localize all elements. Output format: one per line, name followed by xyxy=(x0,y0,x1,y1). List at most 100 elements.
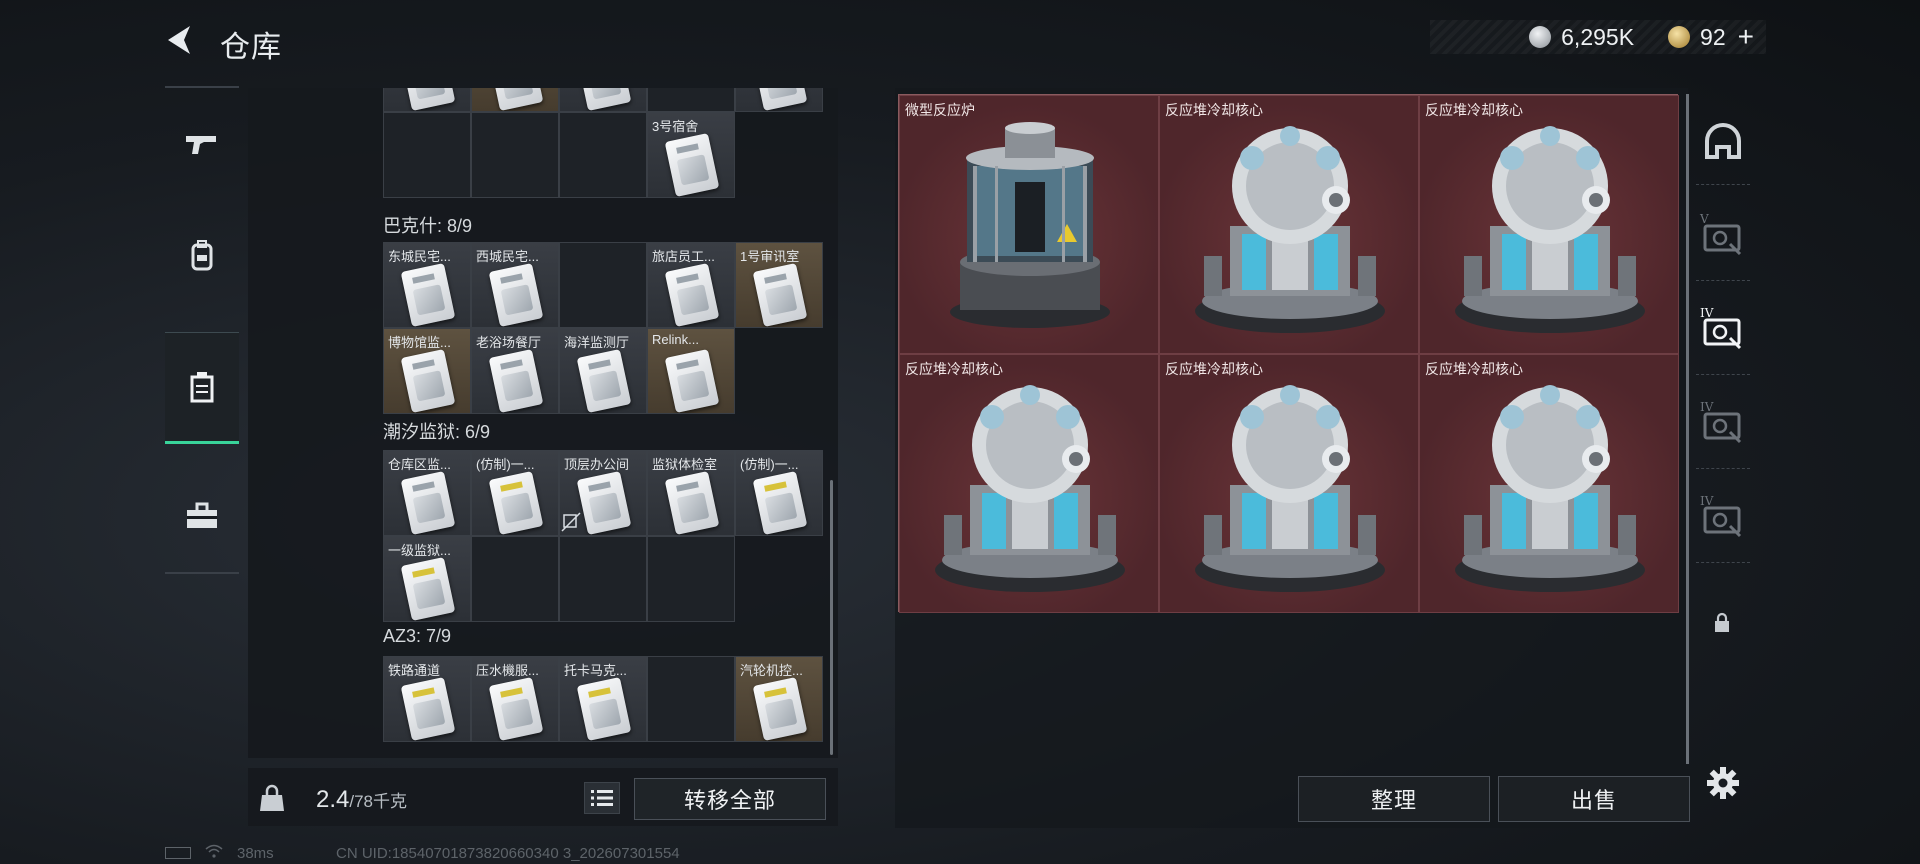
gold-amount: 92 xyxy=(1700,23,1726,50)
reactor-cooling-core-item[interactable]: 反应堆冷却核心 xyxy=(1159,354,1419,613)
currency-bar: 6,295K 92 + xyxy=(1430,20,1766,54)
item-name-label: 反应堆冷却核心 xyxy=(905,361,1003,377)
empty-slot[interactable] xyxy=(647,656,735,742)
keycard-slot[interactable]: 老浴场餐厅 xyxy=(471,328,559,414)
keycard-label: 顶层办公间 xyxy=(564,457,630,472)
back-arrow-icon[interactable] xyxy=(160,22,200,58)
silver-coin-icon xyxy=(1529,26,1552,48)
tab-helmet[interactable] xyxy=(1696,104,1750,185)
tab-keycard-tier[interactable]: IV xyxy=(1696,294,1750,375)
tab-keycard-tier[interactable]: IV xyxy=(1696,388,1750,469)
keycard-icon xyxy=(488,263,544,327)
inventory-group-label: 巴克什: 8/9 xyxy=(383,216,473,236)
reactor-cooling-core-item[interactable]: 反应堆冷却核心 xyxy=(1419,354,1679,613)
lock-icon[interactable] xyxy=(1712,612,1732,634)
keycard-label: (仿制)一... xyxy=(476,457,535,472)
keycard-slot[interactable]: 汽轮机控... xyxy=(735,656,823,742)
tier-level-label: IV xyxy=(1700,399,1714,414)
keycard-icon xyxy=(488,677,544,741)
keycard-slot[interactable]: 博物馆监... xyxy=(383,328,471,414)
container-scrollbar[interactable] xyxy=(1686,94,1689,764)
tab-keycard-tier[interactable]: V xyxy=(1696,200,1750,281)
nav-keycards[interactable] xyxy=(165,332,239,444)
keycard-tier-icon: IV xyxy=(1700,400,1744,451)
reactor-cooling-core-item[interactable]: 反应堆冷却核心 xyxy=(1419,95,1679,354)
keycard-slot[interactable]: 西城民宅... xyxy=(471,242,559,328)
tab-keycard-tier[interactable]: IV xyxy=(1696,482,1750,563)
tier-level-label: IV xyxy=(1700,493,1714,508)
nav-weapons[interactable] xyxy=(165,88,239,200)
empty-slot[interactable] xyxy=(559,242,647,328)
keycard-label: 一级监狱... xyxy=(388,543,451,558)
weight-bag-icon xyxy=(260,784,284,811)
keycard-label: 监狱体检室 xyxy=(652,457,718,472)
keycard-slot[interactable]: 托卡马克... xyxy=(559,656,647,742)
keycard-icon xyxy=(400,557,456,621)
add-currency-button[interactable]: + xyxy=(1738,21,1754,53)
keycard-icon xyxy=(664,471,720,535)
silver-amount: 6,295K xyxy=(1561,23,1635,50)
keycard-icon xyxy=(576,471,632,535)
weight-max: /78千克 xyxy=(349,792,408,811)
keycard-slot[interactable]: 一级监狱... xyxy=(383,536,471,622)
weight-current: 2.4 xyxy=(316,786,350,813)
keycard-tier-icon: IV xyxy=(1700,494,1744,545)
keycard-icon xyxy=(488,471,544,535)
nav-tools[interactable] xyxy=(165,460,239,572)
keycard-label: 西城民宅... xyxy=(476,249,539,264)
settings-gear-icon[interactable] xyxy=(1706,766,1740,800)
keycard-slot[interactable]: 压水機服... xyxy=(471,656,559,742)
keycard-icon xyxy=(752,677,808,741)
nav-backpack[interactable] xyxy=(165,200,239,312)
keycard-icon xyxy=(664,133,720,197)
keycard-slot[interactable]: 东城民宅... xyxy=(383,242,471,328)
keycard-label: 铁路通道 xyxy=(388,663,441,678)
inventory-grid: 仓库区监... (仿制)一... 顶层办公间 监狱体检室 (仿制)一... 一级监狱... xyxy=(383,450,823,622)
keycard-icon xyxy=(664,349,720,413)
keycard-slot[interactable] xyxy=(471,88,559,112)
empty-slot[interactable] xyxy=(559,536,647,622)
keycard-slot[interactable] xyxy=(559,88,647,112)
reactor-cooling-core-item[interactable]: 反应堆冷却核心 xyxy=(899,354,1159,613)
transfer-all-button[interactable]: 转移全部 xyxy=(634,778,826,820)
keycard-slot[interactable] xyxy=(383,88,471,112)
list-view-button[interactable] xyxy=(584,782,620,814)
keycard-icon xyxy=(576,677,632,741)
empty-slot[interactable] xyxy=(471,536,559,622)
keycard-label: 3号宿舍 xyxy=(652,119,699,134)
keycard-slot[interactable]: 监狱体检室 xyxy=(647,450,735,536)
gun-icon xyxy=(186,136,216,154)
keycard-icon xyxy=(400,471,456,535)
keycard-icon xyxy=(664,263,720,327)
keycard-slot[interactable]: (仿制)一... xyxy=(471,450,559,536)
empty-slot[interactable] xyxy=(647,536,735,622)
empty-slot[interactable] xyxy=(383,112,471,198)
keycard-slot[interactable]: 铁路通道 xyxy=(383,656,471,742)
inventory-list[interactable]: 3号宿舍巴克什: 8/9 东城民宅... 西城民宅... 旅店员工... 1号审讯室博物… xyxy=(383,88,823,756)
inventory-scrollbar[interactable] xyxy=(830,480,833,755)
keycard-slot[interactable]: 仓库区监... xyxy=(383,450,471,536)
sort-button[interactable]: 整理 xyxy=(1298,776,1490,822)
keycard-slot[interactable]: Relink... xyxy=(647,328,735,414)
keycard-icon xyxy=(576,349,632,413)
empty-slot[interactable] xyxy=(647,88,735,112)
keycard-slot[interactable]: (仿制)一... xyxy=(735,450,823,536)
keycard-label: 压水機服... xyxy=(476,663,539,678)
keycard-slot[interactable]: 旅店员工... xyxy=(647,242,735,328)
keycard-tier-icon: V xyxy=(1700,212,1744,263)
item-name-label: 反应堆冷却核心 xyxy=(1165,102,1263,118)
keycard-icon xyxy=(400,88,456,111)
inventory-group-label: 潮汐监狱: 6/9 xyxy=(383,422,491,442)
micro-reactor-item[interactable]: 微型反应炉 xyxy=(899,95,1159,354)
keycard-slot[interactable]: 3号宿舍 xyxy=(647,112,735,198)
keycard-slot[interactable] xyxy=(735,88,823,112)
reactor-cooling-core-item[interactable]: 反应堆冷却核心 xyxy=(1159,95,1419,354)
empty-slot[interactable] xyxy=(559,112,647,198)
keycard-slot[interactable]: 海洋监测厅 xyxy=(559,328,647,414)
keycard-label: 汽轮机控... xyxy=(740,663,803,678)
keycard-label: 1号审讯室 xyxy=(740,249,800,264)
empty-slot[interactable] xyxy=(471,112,559,198)
sell-button[interactable]: 出售 xyxy=(1498,776,1690,822)
keycard-case-icon xyxy=(190,372,214,403)
keycard-slot[interactable]: 1号审讯室 xyxy=(735,242,823,328)
